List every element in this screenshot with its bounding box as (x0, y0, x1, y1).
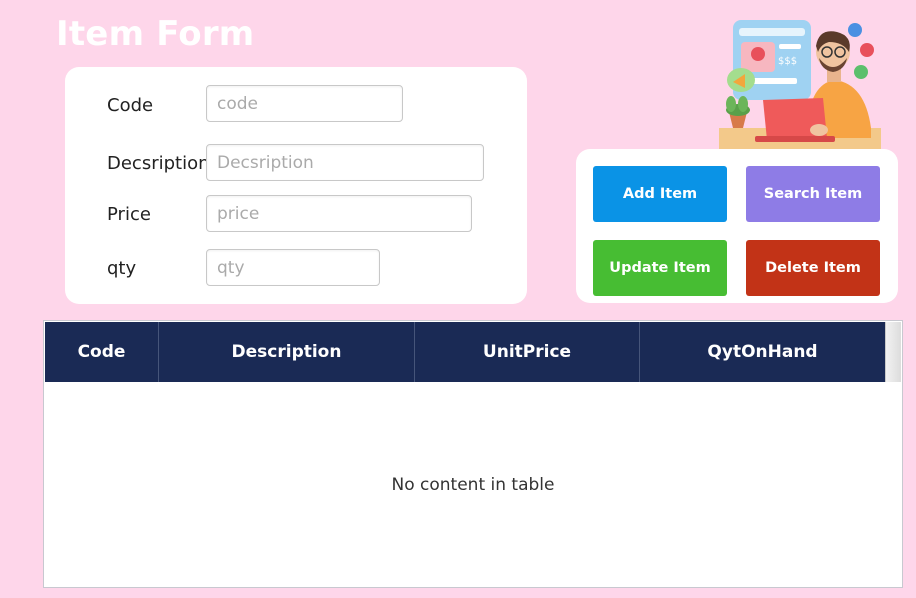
code-label: Code (107, 95, 154, 116)
scrollbar-corner (885, 322, 901, 382)
items-table[interactable]: Code Description UnitPrice QytOnHand No … (43, 320, 903, 588)
price-tag-text: $$$ (778, 56, 797, 67)
empty-table-message: No content in table (391, 474, 555, 495)
add-item-button[interactable]: Add Item (593, 166, 727, 222)
description-label: Decsription (107, 153, 210, 174)
price-label: Price (107, 204, 151, 225)
code-input[interactable] (206, 85, 403, 122)
column-header-unitprice[interactable]: UnitPrice (415, 322, 640, 382)
delete-item-button[interactable]: Delete Item (746, 240, 880, 296)
column-header-description[interactable]: Description (159, 322, 415, 382)
qty-input[interactable] (206, 249, 380, 286)
person-at-laptop-illustration: $$$ (719, 20, 881, 150)
update-item-button[interactable]: Update Item (593, 240, 727, 296)
actions-card: Add Item Search Item Update Item Delete … (576, 149, 898, 303)
page-title: Item Form (56, 14, 255, 54)
column-header-code[interactable]: Code (45, 322, 159, 382)
price-input[interactable] (206, 195, 472, 232)
search-item-button[interactable]: Search Item (746, 166, 880, 222)
column-header-qtyonhand[interactable]: QytOnHand (640, 322, 885, 382)
description-input[interactable] (206, 144, 484, 181)
item-form-card: Code Decsription Price qty (65, 67, 527, 304)
qty-label: qty (107, 258, 137, 279)
table-header: Code Description UnitPrice QytOnHand (45, 322, 885, 382)
